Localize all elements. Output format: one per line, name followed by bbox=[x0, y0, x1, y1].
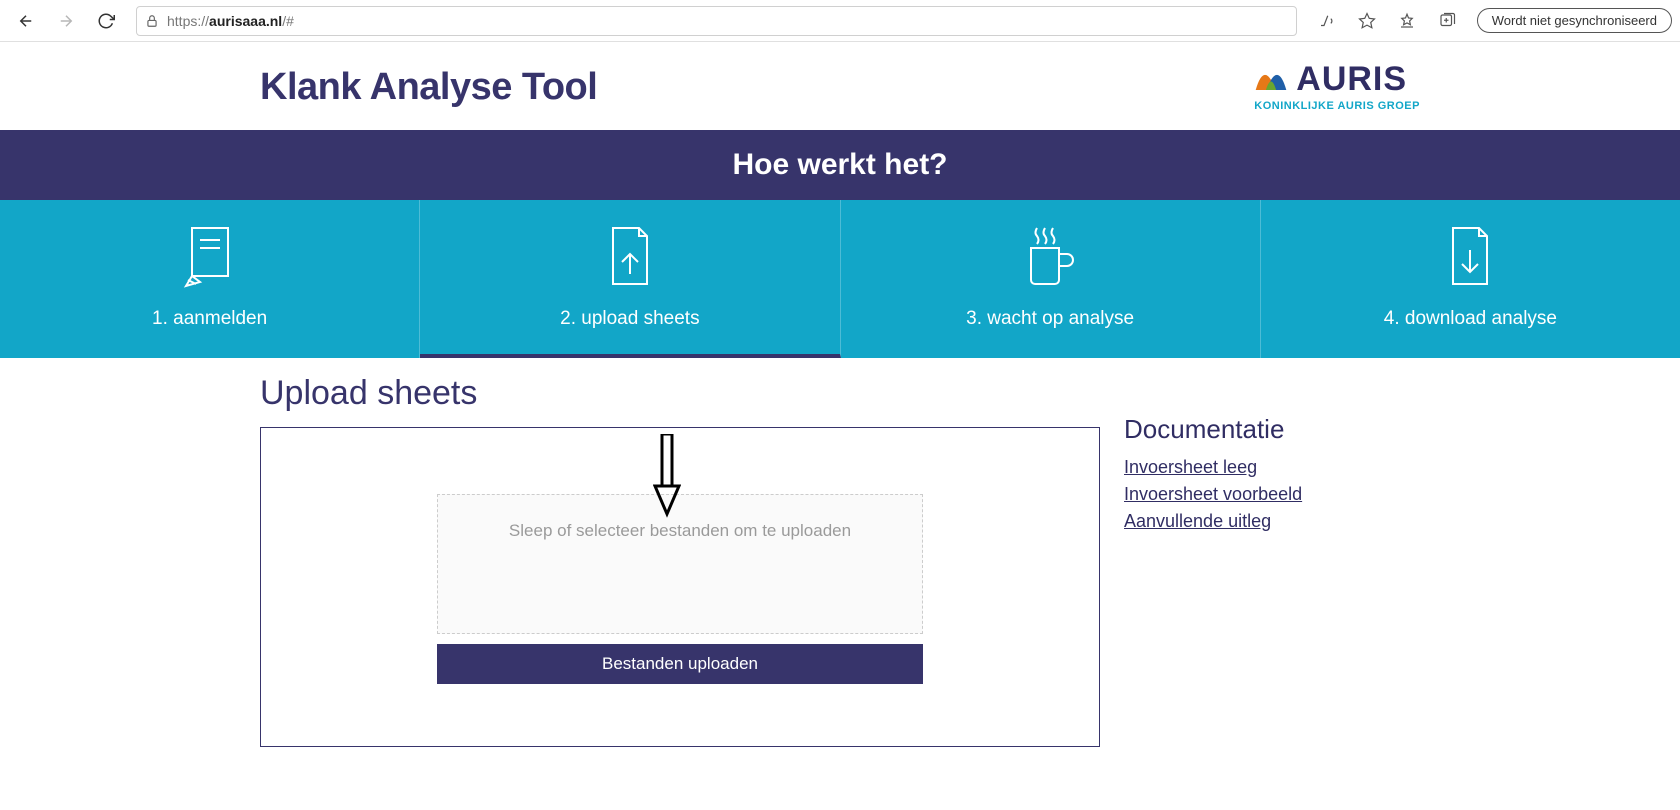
howto-banner: Hoe werkt het? bbox=[0, 130, 1680, 200]
favorites-menu-icon[interactable] bbox=[1389, 3, 1425, 39]
step-label: 3. wacht op analyse bbox=[841, 308, 1260, 330]
steps-row: 1. aanmelden 2. upload sheets 3. wacht o… bbox=[0, 200, 1680, 358]
browser-toolbar: https://aurisaaa.nl/# Wordt niet gesynch… bbox=[0, 0, 1680, 42]
doc-link-aanvullende-uitleg[interactable]: Aanvullende uitleg bbox=[1124, 511, 1420, 532]
read-aloud-icon[interactable] bbox=[1309, 3, 1345, 39]
upload-button[interactable]: Bestanden uploaden bbox=[437, 644, 923, 684]
step-label: 4. download analyse bbox=[1261, 308, 1680, 330]
upload-box: Sleep of selecteer bestanden om te uploa… bbox=[260, 427, 1100, 747]
download-file-icon bbox=[1261, 222, 1680, 292]
doc-link-invoersheet-leeg[interactable]: Invoersheet leeg bbox=[1124, 457, 1420, 478]
main-content: Upload sheets Sleep of selecteer bestand… bbox=[0, 358, 1680, 787]
sync-status[interactable]: Wordt niet gesynchroniseerd bbox=[1477, 8, 1672, 33]
logo-word: AURIS bbox=[1296, 62, 1407, 96]
logo-subtitle: KONINKLIJKE AURIS GROEP bbox=[1254, 100, 1420, 112]
page-header: Klank Analyse Tool AURIS KONINKLIJKE AUR… bbox=[0, 42, 1680, 130]
doc-link-invoersheet-voorbeeld[interactable]: Invoersheet voorbeeld bbox=[1124, 484, 1420, 505]
page-title: Klank Analyse Tool bbox=[260, 66, 597, 109]
step-wacht-analyse[interactable]: 3. wacht op analyse bbox=[841, 200, 1261, 358]
favorite-star-icon[interactable] bbox=[1349, 3, 1385, 39]
auris-logo: AURIS KONINKLIJKE AURIS GROEP bbox=[1254, 62, 1420, 112]
address-bar[interactable]: https://aurisaaa.nl/# bbox=[136, 6, 1297, 36]
lock-icon bbox=[145, 14, 159, 28]
upload-file-icon bbox=[420, 222, 839, 292]
step-download-analyse[interactable]: 4. download analyse bbox=[1261, 200, 1680, 358]
coffee-wait-icon bbox=[841, 222, 1260, 292]
step-label: 1. aanmelden bbox=[0, 308, 419, 330]
docs-title: Documentatie bbox=[1124, 414, 1420, 445]
step-aanmelden[interactable]: 1. aanmelden bbox=[0, 200, 420, 358]
upload-section-title: Upload sheets bbox=[260, 374, 1100, 413]
collections-icon[interactable] bbox=[1429, 3, 1465, 39]
url-text: https://aurisaaa.nl/# bbox=[167, 13, 294, 29]
back-button[interactable] bbox=[8, 3, 44, 39]
logo-mark-icon bbox=[1254, 64, 1288, 94]
forward-button[interactable] bbox=[48, 3, 84, 39]
dropzone-text: Sleep of selecteer bestanden om te uploa… bbox=[509, 521, 851, 541]
step-label: 2. upload sheets bbox=[420, 308, 839, 330]
refresh-button[interactable] bbox=[88, 3, 124, 39]
signup-sheet-icon bbox=[0, 222, 419, 292]
step-upload-sheets[interactable]: 2. upload sheets bbox=[420, 200, 840, 358]
file-dropzone[interactable]: Sleep of selecteer bestanden om te uploa… bbox=[437, 494, 923, 634]
docs-links: Invoersheet leeg Invoersheet voorbeeld A… bbox=[1124, 457, 1420, 532]
